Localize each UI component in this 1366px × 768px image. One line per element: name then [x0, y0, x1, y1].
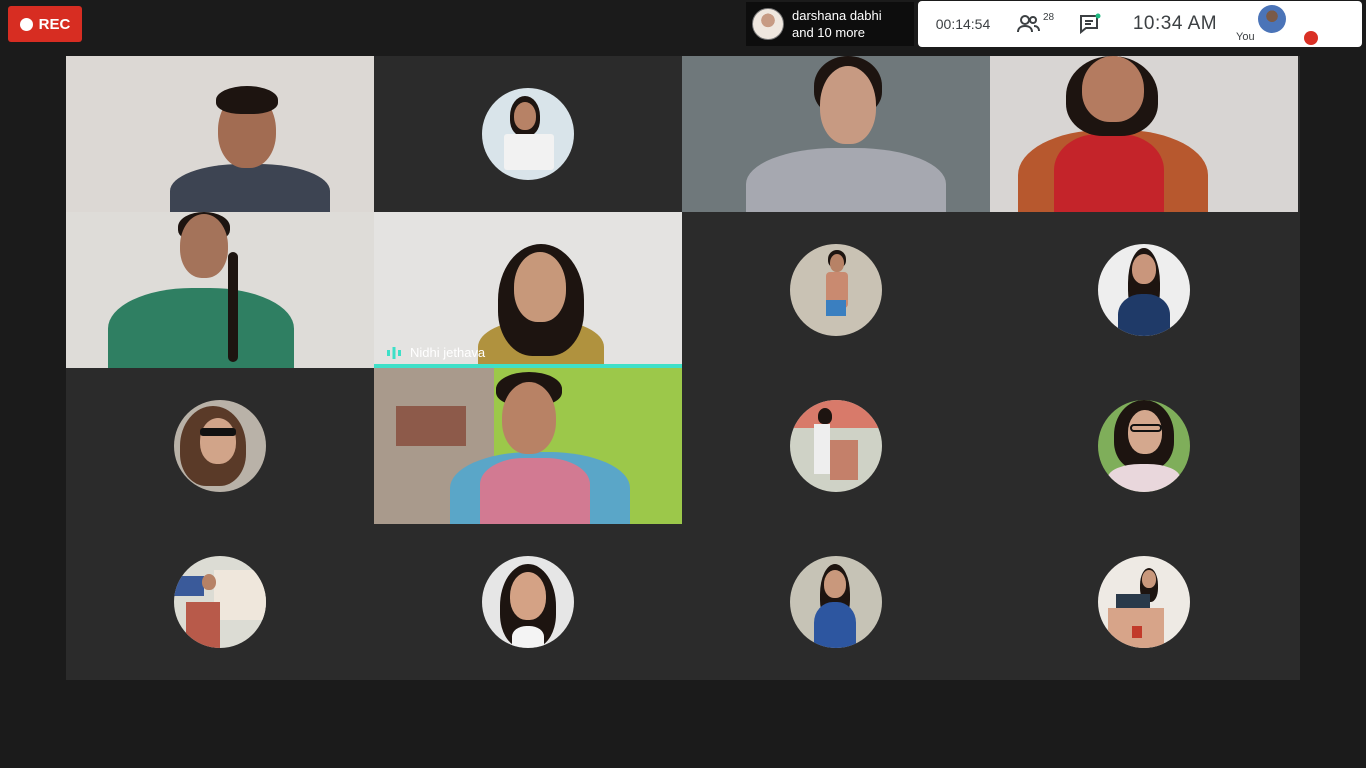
meeting-toolbar: 00:14:54 28 10:34 AM You: [918, 1, 1362, 47]
chat-button[interactable]: [1064, 1, 1116, 47]
participant-avatar: [482, 556, 574, 648]
participant-avatar: [482, 88, 574, 180]
participant-tile[interactable]: [990, 524, 1298, 680]
participant-avatar: [1098, 556, 1190, 648]
participant-count: 28: [1043, 12, 1055, 23]
active-participants-chip[interactable]: darshana dabhi and 10 more: [746, 2, 914, 46]
participant-tile[interactable]: [682, 368, 990, 524]
chat-icon: [1080, 13, 1101, 35]
participant-name-label: Nidhi jethava: [386, 345, 485, 360]
self-avatar: [1258, 5, 1286, 33]
participant-avatar: [174, 556, 266, 648]
presenter-name: darshana dabhi: [792, 8, 882, 23]
self-label: You: [1236, 31, 1255, 43]
self-view[interactable]: You: [1234, 1, 1318, 47]
speaking-icon: [387, 346, 401, 359]
participants-button[interactable]: 28: [1004, 1, 1064, 47]
participant-name: Nidhi jethava: [410, 345, 486, 360]
participant-avatar: [1098, 244, 1190, 336]
presenter-avatar: [752, 8, 784, 40]
people-icon: [1017, 15, 1040, 33]
participant-tile[interactable]: [682, 524, 990, 680]
participant-tile[interactable]: [374, 56, 682, 212]
participant-avatar: [790, 400, 882, 492]
elapsed-timer: 00:14:54: [935, 16, 991, 32]
participant-tile[interactable]: [374, 524, 682, 680]
participant-avatar: [790, 556, 882, 648]
participant-tile[interactable]: Nidhi jethava: [374, 212, 682, 368]
participant-avatar: [790, 244, 882, 336]
muted-mic-icon: [1304, 31, 1318, 45]
participant-tile[interactable]: [682, 212, 990, 368]
participant-tile[interactable]: [682, 56, 990, 212]
participant-tile[interactable]: [66, 56, 374, 212]
participant-tile[interactable]: [990, 56, 1298, 212]
record-dot-icon: [19, 17, 33, 31]
participant-tile[interactable]: [990, 212, 1298, 368]
participant-tile[interactable]: [990, 368, 1298, 524]
participant-tile[interactable]: [66, 524, 374, 680]
participant-avatar: [174, 400, 266, 492]
participant-tile[interactable]: [66, 212, 374, 368]
recording-indicator: REC: [8, 6, 82, 42]
clock: 10:34 AM: [1132, 13, 1218, 34]
participant-tile[interactable]: [374, 368, 682, 524]
presenter-more: and 10 more: [792, 25, 865, 40]
participant-grid: Nidhi jethava: [66, 56, 1300, 680]
participant-avatar: [1098, 400, 1190, 492]
participant-tile[interactable]: [66, 368, 374, 524]
rec-label: REC: [38, 15, 71, 33]
